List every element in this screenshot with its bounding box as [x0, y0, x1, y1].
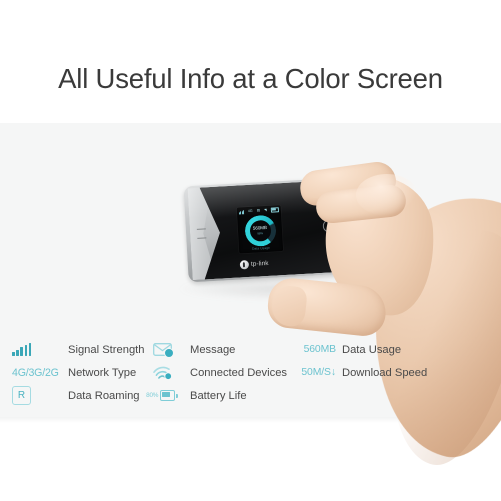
feature-legend: Signal Strength Message 560MB Data Usage	[0, 338, 501, 416]
legend-label-data-roaming: Data Roaming	[68, 389, 140, 402]
legend-icon-battery-life: 80%	[142, 390, 182, 401]
screen-network-type-icon: 4G	[247, 208, 253, 213]
legend-icon-signal-strength	[12, 343, 56, 356]
battery-life-icon: 80%	[146, 390, 178, 401]
legend-label-signal-strength: Signal Strength	[68, 343, 145, 356]
legend-icon-network-type: 4G/3G/2G	[12, 366, 59, 379]
legend-label-message: Message	[190, 343, 236, 356]
data-usage-gauge: 560MB 98%	[243, 214, 277, 248]
battery-percent-label: 80%	[146, 392, 159, 399]
screen-signal-bars-icon	[238, 209, 245, 214]
battery-cap-icon	[176, 393, 178, 398]
tplink-logo: tp-link	[239, 259, 269, 270]
download-arrow-icon: ↓	[330, 367, 336, 378]
legend-row: 4G/3G/2G Network Type Connected Devices	[0, 361, 501, 384]
signal-strength-icon	[12, 343, 32, 356]
menu-button[interactable]	[196, 228, 207, 239]
legend-label-connected-devices: Connected Devices	[190, 366, 288, 379]
legend-value-download-speed: 50M/S ↓	[301, 367, 336, 378]
knuckle-highlight	[356, 174, 418, 216]
legend-label-network-type: Network Type	[68, 366, 137, 379]
device-screen: 4G ▤ ◥ 560MB 98% Data Usage	[236, 205, 284, 254]
legend-icon-message	[142, 343, 182, 358]
gauge-unit: 98%	[257, 231, 264, 236]
network-type-icon: 4G/3G/2G	[12, 366, 59, 379]
legend-icon-data-roaming: R	[12, 386, 56, 405]
battery-body-icon	[159, 390, 175, 401]
screen-wifi-icon: ◥	[263, 207, 268, 212]
screen-battery-icon	[270, 207, 280, 213]
message-badge-icon	[163, 348, 174, 358]
legend-label-data-usage: Data Usage	[342, 343, 402, 356]
legend-label-battery-life: Battery Life	[190, 389, 247, 402]
legend-label-download-speed: Download Speed	[342, 366, 428, 379]
product-feature-image: All Useful Info at a Color Screen 4G ▤ ◥	[0, 0, 501, 501]
legend-row: Signal Strength Message 560MB Data Usage	[0, 338, 501, 361]
tplink-mark-icon	[239, 260, 250, 270]
legend-icon-connected-devices	[142, 366, 182, 380]
screen-sim-icon: ▤	[256, 208, 261, 213]
data-roaming-icon: R	[12, 386, 31, 405]
tplink-wordmark: tp-link	[250, 259, 269, 268]
legend-row: R Data Roaming 80% Battery Life	[0, 384, 501, 407]
page-title: All Useful Info at a Color Screen	[58, 63, 443, 94]
connected-devices-wifi-icon	[152, 366, 173, 380]
legend-value-data-usage: 560MB	[303, 344, 337, 355]
message-envelope-icon	[152, 343, 174, 358]
